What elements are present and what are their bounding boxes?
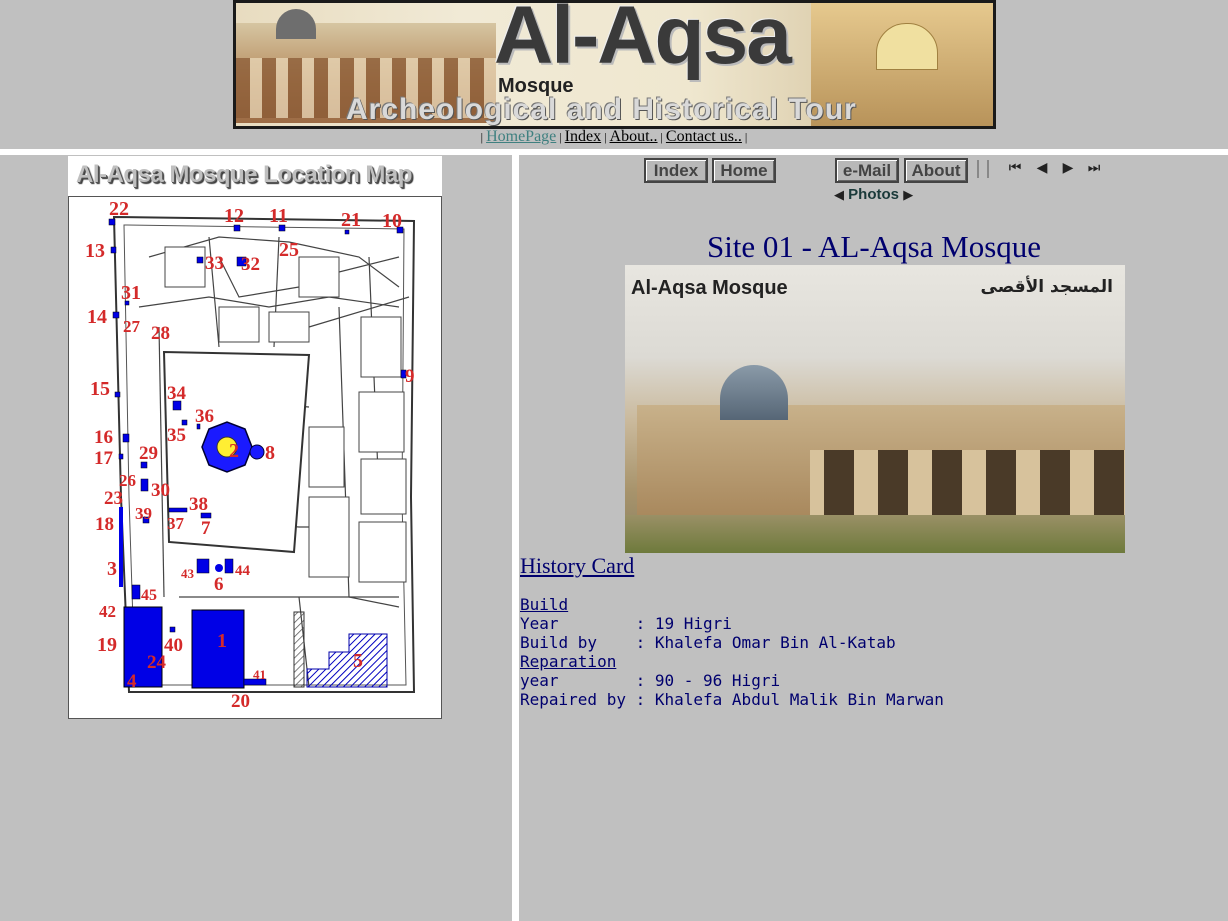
banner-subtitle: Archeological and Historical Tour	[346, 93, 857, 126]
map-site-number-42[interactable]: 42	[99, 602, 116, 621]
map-site-number-14[interactable]: 14	[87, 306, 107, 328]
map-site-number-17[interactable]: 17	[94, 448, 114, 469]
photos-nav: ◀ Photos ▶	[834, 186, 913, 203]
map-site-number-13[interactable]: 13	[85, 240, 105, 262]
dome-left	[276, 9, 316, 39]
map-site-number-22[interactable]: 22	[109, 198, 129, 220]
nav-separator: |	[744, 130, 748, 144]
reparation-year-label: year	[520, 671, 636, 690]
map-site-number-19[interactable]: 19	[97, 634, 117, 656]
history-card-link[interactable]: History Card	[520, 553, 634, 579]
photo-ground	[625, 515, 1125, 553]
photos-prev-icon[interactable]: ◀	[834, 188, 844, 203]
map-site-number-34[interactable]: 34	[167, 383, 187, 404]
photo-caption-arabic: المسجد الأقصى	[980, 277, 1113, 297]
nav-link-about[interactable]: About..	[610, 128, 658, 145]
mosque-photo: Al-Aqsa Mosque المسجد الأقصى	[625, 265, 1125, 553]
photo-caption-english: Al-Aqsa Mosque	[631, 277, 788, 299]
first-icon[interactable]: ⏮	[1008, 160, 1022, 176]
map-site-number-31[interactable]: 31	[121, 282, 141, 304]
banner-title: Al-Aqsa	[494, 0, 792, 81]
map-site-number-27[interactable]: 27	[123, 317, 141, 336]
map-site-number-21[interactable]: 21	[341, 209, 361, 231]
email-button[interactable]: e-Mail	[835, 158, 899, 183]
map-site-number-29[interactable]: 29	[139, 443, 158, 464]
frame-divider-horizontal	[0, 149, 1228, 155]
top-nav: | HomePage | Index | About.. | Contact us.. |	[0, 128, 1228, 146]
nav-link-contact[interactable]: Contact us..	[666, 128, 742, 145]
banner-image: Al-Aqsa Mosque Archeological and Histori…	[233, 0, 996, 129]
map-site-number-7[interactable]: 7	[201, 518, 211, 539]
map-title-image: Al-Aqsa Mosque Location Map	[68, 156, 442, 196]
banner-background: Al-Aqsa Mosque Archeological and Histori…	[236, 3, 993, 126]
nav-separator: |	[480, 130, 484, 144]
photos-next-icon[interactable]: ▶	[903, 188, 913, 203]
frame-divider-vertical[interactable]	[512, 155, 519, 921]
map-site-number-26[interactable]: 26	[119, 471, 136, 490]
build-heading: Build	[520, 595, 569, 614]
map-site-number-25[interactable]: 25	[279, 239, 299, 261]
map-site-number-45[interactable]: 45	[141, 587, 157, 604]
map-site-number-2[interactable]: 2	[229, 440, 239, 462]
map-site-number-18[interactable]: 18	[95, 514, 114, 535]
location-map[interactable]: 1 2 3 4 5 6 7 8 9 10 11 12 13 14 15 16 17 18 19 20 21 22 23 24 2…	[68, 196, 442, 719]
map-site-number-3[interactable]: 3	[107, 558, 117, 580]
repairedby-value: : Khalefa Abdul Malik Bin Marwan	[635, 690, 944, 709]
map-site-number-40[interactable]: 40	[164, 635, 183, 656]
photo-arcade	[810, 450, 1125, 520]
map-site-number-5[interactable]: 5	[353, 650, 363, 672]
map-site-number-20[interactable]: 20	[231, 691, 250, 712]
index-button[interactable]: Index	[644, 158, 708, 183]
repairedby-label: Repaired by	[520, 690, 636, 709]
map-site-number-10[interactable]: 10	[382, 210, 402, 232]
home-button[interactable]: Home	[712, 158, 776, 183]
map-site-number-16[interactable]: 16	[94, 427, 113, 448]
year-value: : 19 Higri	[635, 614, 732, 633]
prev-icon[interactable]: ◀	[1035, 160, 1049, 176]
map-site-number-36[interactable]: 36	[195, 406, 214, 427]
reparation-heading: Reparation	[520, 652, 617, 671]
nav-separator: |	[559, 130, 562, 144]
map-site-number-1[interactable]: 1	[217, 630, 227, 652]
toolbar-separator	[977, 160, 989, 178]
map-site-number-44[interactable]: 44	[235, 563, 251, 579]
map-site-number-9[interactable]: 9	[405, 366, 415, 387]
buildby-value: : Khalefa Omar Bin Al-Katab	[635, 633, 896, 652]
history-card: Build Year : 19 Higri Build by : Khalefa…	[520, 595, 944, 709]
map-site-number-4[interactable]: 4	[127, 671, 137, 692]
map-site-number-33[interactable]: 33	[205, 253, 224, 274]
next-icon[interactable]: ▶	[1061, 160, 1075, 176]
map-site-number-37[interactable]: 37	[167, 514, 185, 533]
nav-separator: |	[604, 130, 607, 144]
map-site-number-12[interactable]: 12	[224, 205, 244, 227]
site-title: Site 01 - AL-Aqsa Mosque	[706, 229, 1042, 264]
buildby-label: Build by	[520, 633, 636, 652]
map-title: Al-Aqsa Mosque Location Map	[76, 161, 412, 188]
map-site-number-32[interactable]: 32	[241, 254, 260, 275]
map-site-number-15[interactable]: 15	[90, 378, 110, 400]
reparation-year-value: : 90 - 96 Higri	[635, 671, 781, 690]
nav-link-index[interactable]: Index	[565, 128, 601, 145]
map-site-number-41[interactable]: 41	[253, 667, 266, 682]
last-icon[interactable]: ⏭	[1087, 160, 1101, 176]
about-button[interactable]: About	[904, 158, 968, 183]
map-site-number-23[interactable]: 23	[104, 488, 123, 509]
map-site-number-8[interactable]: 8	[265, 442, 275, 464]
nav-link-homepage[interactable]: HomePage	[486, 128, 556, 145]
map-site-number-28[interactable]: 28	[151, 323, 170, 344]
photos-label: Photos	[848, 186, 900, 203]
map-site-number-6[interactable]: 6	[214, 574, 224, 595]
map-drawing: 1234567891011121314151617181920212223242…	[85, 198, 416, 712]
map-site-number-38[interactable]: 38	[189, 494, 208, 515]
map-site-number-11[interactable]: 11	[269, 205, 288, 227]
photo-dome	[720, 365, 788, 420]
nav-separator: |	[660, 130, 663, 144]
map-site-number-30[interactable]: 30	[151, 480, 170, 501]
map-site-number-43[interactable]: 43	[181, 566, 195, 581]
year-label: Year	[520, 614, 636, 633]
map-site-number-39[interactable]: 39	[135, 504, 152, 523]
map-site-number-35[interactable]: 35	[167, 425, 186, 446]
